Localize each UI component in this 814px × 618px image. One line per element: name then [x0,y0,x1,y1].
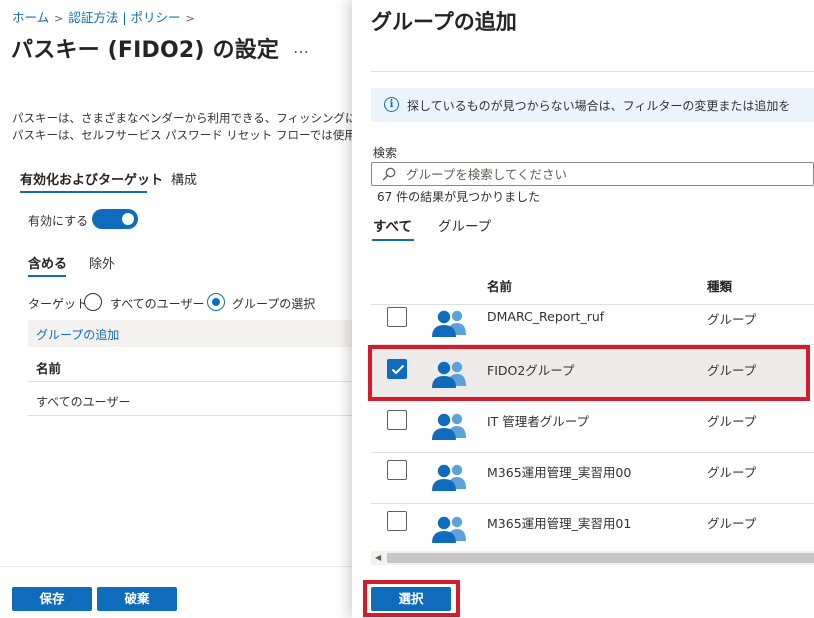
horizontal-scrollbar[interactable]: ◀ [371,551,814,565]
tab-exclude[interactable]: 除外 [89,253,115,272]
radio-all-users-label: すべてのユーザー [110,297,205,311]
column-header-name[interactable]: 名前 [487,276,512,295]
divider [28,415,352,416]
scroll-left-icon[interactable]: ◀ [375,553,381,562]
group-icon [432,516,466,543]
group-icon [432,310,466,337]
row-checkbox[interactable] [387,460,407,480]
tab-include[interactable]: 含める [28,253,67,272]
search-icon [382,167,396,181]
row-type: グループ [707,414,757,429]
enable-toggle[interactable] [92,209,138,229]
panel-tab-indicator [372,239,414,241]
subtab-active-indicator [28,275,66,277]
column-header-type[interactable]: 種類 [707,276,732,295]
enable-label: 有効にする [28,214,89,228]
chevron-right-icon: > [185,12,195,25]
group-icon [432,464,466,491]
tab-groups[interactable]: グループ [438,215,491,235]
info-bar: i 探しているものが見つからない場合は、フィルターの変更または追加を [371,88,814,122]
target-label: ターゲット [28,297,89,311]
radio-select-groups-label: グループの選択 [232,297,316,311]
row-type: グループ [707,465,757,480]
search-label: 検索 [373,146,398,160]
result-count: 67 件の結果が見つかりました [377,190,541,204]
left-table-header-name: 名前 [36,361,62,376]
divider [28,381,352,382]
save-button[interactable]: 保存 [12,587,92,611]
radio-select-groups[interactable] [207,293,225,311]
add-group-link[interactable]: グループの追加 [28,320,352,347]
divider [371,304,814,305]
tab-enable-target[interactable]: 有効化およびターゲット [20,169,163,188]
tab-configure[interactable]: 構成 [171,169,197,188]
add-group-panel: グループの追加 i 探しているものが見つからない場合は、フィルターの変更または追… [352,0,814,618]
row-type: グループ [707,312,757,327]
tab-active-indicator [20,191,147,193]
more-icon[interactable]: … [293,38,310,57]
info-text: 探しているものが見つからない場合は、フィルターの変更または追加を [407,99,791,113]
row-checkbox[interactable] [387,410,407,430]
toggle-knob [122,213,134,225]
description-line-1: パスキーは、さまざまなベンダーから利用できる、フィッシングに強い標準 [12,111,352,125]
divider [371,503,814,504]
radio-all-users[interactable] [84,293,102,311]
row-name: M365運用管理_実習用00 [487,465,632,480]
footer-divider [0,566,352,567]
row-checkbox[interactable] [387,307,407,327]
highlight-frame [368,345,810,401]
breadcrumb: ホーム > 認証方法 | ポリシー > [12,7,200,26]
highlight-frame [363,580,460,617]
row-checkbox[interactable] [387,511,407,531]
row-name: IT 管理者グループ [487,414,590,429]
tab-all[interactable]: すべて [373,215,412,235]
divider [371,71,814,72]
page-title: パスキー (FIDO2) の設定 [11,38,280,63]
divider [371,452,814,453]
search-input[interactable] [406,165,806,183]
search-box[interactable] [371,162,814,186]
row-name: M365運用管理_実習用01 [487,516,632,531]
row-name: DMARC_Report_ruf [487,309,605,324]
add-group-label: グループの追加 [36,328,120,342]
discard-button[interactable]: 破棄 [97,587,177,611]
breadcrumb-auth-methods[interactable]: 認証方法 | ポリシー [68,10,180,25]
info-icon: i [384,97,399,112]
row-type: グループ [707,516,757,531]
breadcrumb-home[interactable]: ホーム [12,10,49,25]
chevron-right-icon: > [54,12,64,25]
panel-title: グループの追加 [371,10,517,34]
main-page: ホーム > 認証方法 | ポリシー > パスキー (FIDO2) の設定 … パスキー… [0,0,352,618]
group-icon [432,413,466,440]
description-line-2: パスキーは、セルフサービス パスワード リセット フローでは使用できませ [12,128,352,142]
left-table-row: すべてのユーザー [36,395,131,409]
scrollbar-thumb[interactable] [387,553,814,563]
